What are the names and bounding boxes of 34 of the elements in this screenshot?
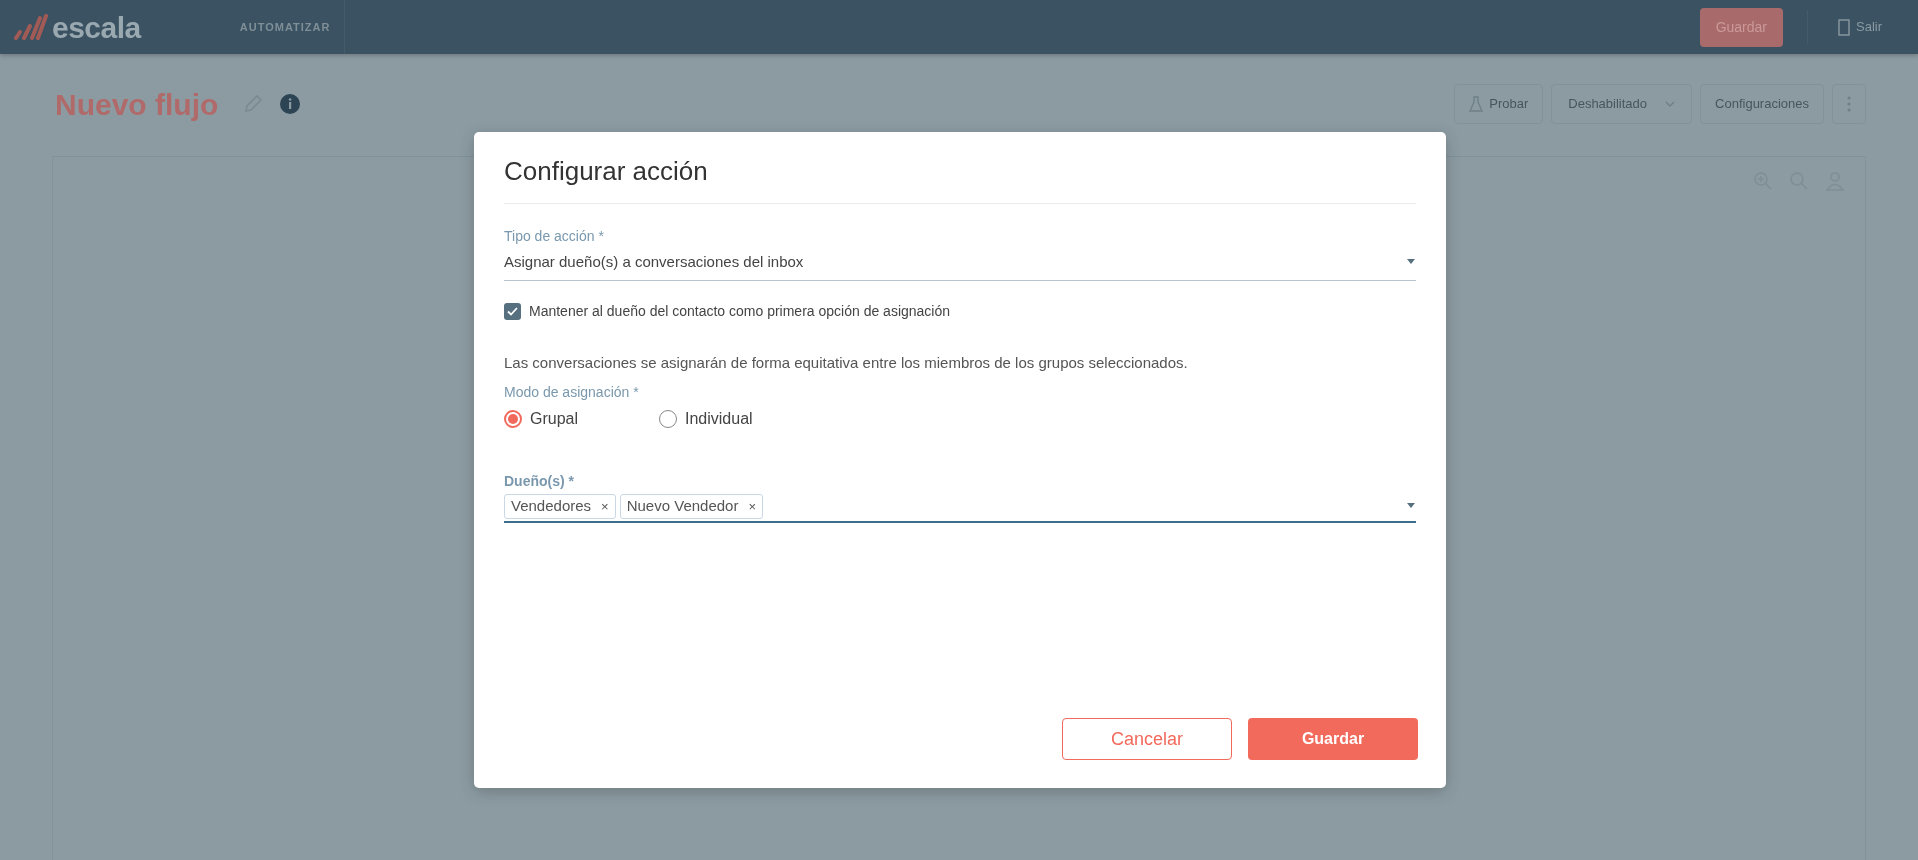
exit-button[interactable]: Salir — [1832, 16, 1888, 38]
logo-bars-icon — [14, 14, 48, 40]
check-icon — [507, 306, 518, 316]
more-button[interactable] — [1832, 84, 1866, 124]
toolbar-button[interactable]: Configuraciones — [1700, 84, 1824, 124]
save-button[interactable]: Guardar — [1248, 718, 1418, 760]
cancel-button[interactable]: Cancelar — [1062, 718, 1232, 760]
radio-option[interactable]: Individual — [659, 407, 814, 431]
tag-label: Vendedores — [511, 496, 592, 516]
caret-icon — [1406, 259, 1416, 266]
status-dropdown[interactable]: Deshabilitado — [1551, 84, 1693, 124]
checkbox[interactable] — [504, 302, 521, 320]
info-text: Las conversaciones se asignarán de forma equitativa entre los miembros de los grupos seleccionados. — [504, 352, 1189, 373]
toolbar-button[interactable]: Probar — [1454, 84, 1544, 124]
action-type-select[interactable]: Asignar dueño(s) a conversaciones del inbox — [504, 247, 1416, 281]
owners-select[interactable]: Vendedores × Nuevo Vendedor × — [504, 492, 1416, 523]
field-label: Dueño(s) * — [504, 472, 575, 491]
page-title: Nuevo flujo — [55, 86, 219, 123]
remove-tag-button[interactable]: × — [748, 496, 757, 516]
remove-tag-button[interactable]: × — [601, 496, 609, 516]
caret-icon — [1665, 101, 1676, 107]
info-icon[interactable] — [280, 94, 301, 114]
logo-text[interactable]: escala — [52, 4, 141, 50]
select-value: Asignar dueño(s) a conversaciones del inbox — [504, 252, 804, 272]
tag-label: Nuevo Vendedor — [626, 496, 739, 516]
radio-option[interactable]: Grupal — [504, 407, 659, 431]
caret-icon — [1406, 503, 1416, 510]
modal-title: Configurar acción — [504, 152, 1416, 204]
nav-link[interactable]: AUTOMATIZAR — [225, 0, 346, 54]
field-label: Modo de asignación * — [504, 383, 640, 402]
field-label: Tipo de acción * — [504, 227, 605, 246]
door-icon — [1838, 18, 1850, 36]
flask-icon — [1469, 96, 1484, 112]
checkbox-label: Mantener al dueño del contacto como primera opción de asignación — [529, 301, 951, 321]
